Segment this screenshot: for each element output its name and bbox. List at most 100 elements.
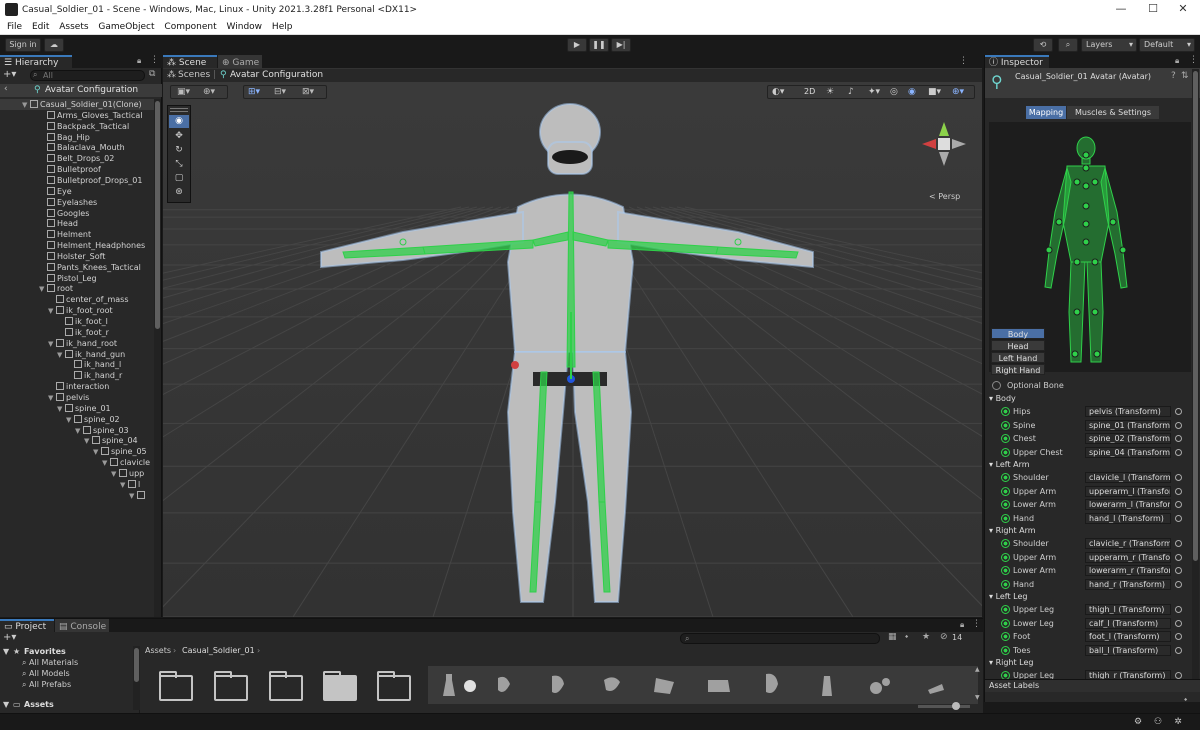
tree-scrollbar[interactable] (133, 646, 140, 710)
hierarchy-item[interactable]: ▼ spine_05 (0, 446, 155, 457)
hierarchy-item[interactable]: center_of_mass (0, 294, 155, 305)
object-picker-icon[interactable] (1175, 672, 1182, 679)
lock-icon[interactable]: 🔒︎ (137, 56, 141, 66)
expand-arrow-icon[interactable]: ▼ (102, 458, 110, 468)
hierarchy-item[interactable]: ▼ spine_03 (0, 425, 155, 436)
scale-tool-button[interactable]: ⤡ (169, 158, 189, 171)
hierarchy-item[interactable]: ▼ ik_hand_gun (0, 349, 155, 360)
object-picker-icon[interactable] (1175, 553, 1182, 561)
folder-asset[interactable] (159, 671, 193, 701)
menu-assets[interactable]: Assets (59, 22, 88, 32)
view-tool-button[interactable]: ◉ (169, 115, 189, 128)
bone-transform-field[interactable]: clavicle_r (Transform (1085, 538, 1171, 549)
filter-label-icon[interactable]: ⬩ (905, 632, 908, 642)
inspector-scrollbar[interactable] (1192, 69, 1199, 681)
object-picker-icon[interactable] (1175, 421, 1182, 429)
bone-transform-field[interactable]: clavicle_l (Transform (1085, 472, 1171, 483)
scene-view-options-toolbar[interactable]: ◐▾ 2D ☀ ♪ ✦▾ ◎ ◉ ■▾ ⊕▾ (767, 85, 975, 99)
lock-icon[interactable]: 🔒︎ (960, 620, 964, 630)
folder-asset[interactable] (269, 671, 303, 701)
hierarchy-item[interactable]: ▼ clavicle (0, 457, 155, 468)
hierarchy-item[interactable]: Belt_Drops_02 (0, 153, 155, 164)
body-part-button[interactable]: Left Hand (991, 352, 1045, 363)
filter-icon[interactable]: ⧉ (149, 69, 155, 79)
bone-transform-field[interactable]: ball_l (Transform) (1085, 644, 1171, 656)
visibility-icon[interactable]: ◉ (908, 87, 916, 97)
menu-window[interactable]: Window (227, 22, 263, 32)
hierarchy-item[interactable]: ▼ spine_01 (0, 403, 155, 414)
more-options-icon[interactable]: ⋮ (972, 619, 981, 629)
bone-group-header[interactable]: ▾ Right Leg (989, 658, 1034, 667)
object-picker-icon[interactable] (1175, 514, 1182, 522)
bone-transform-field[interactable]: foot_l (Transform) (1085, 631, 1171, 642)
step-button[interactable]: ▶| (611, 38, 631, 52)
bone-transform-field[interactable]: upperarm_l (Transfor (1085, 485, 1171, 497)
hierarchy-item[interactable]: interaction (0, 381, 155, 392)
hierarchy-item[interactable]: ▼ l (0, 479, 155, 490)
bone-group-header[interactable]: ▾ Left Leg (989, 592, 1027, 601)
slider-handle[interactable] (952, 702, 960, 710)
scrollbar-thumb[interactable] (1193, 71, 1198, 561)
lock-icon[interactable]: 🔒︎ (1175, 56, 1179, 66)
scene-viewport[interactable]: < Persp (163, 82, 982, 617)
x-axis-handle[interactable] (511, 361, 519, 369)
tab-scene[interactable]: ⁂ Scene (163, 55, 217, 68)
breadcrumb-casual-soldier[interactable]: Casual_Soldier_01 (182, 646, 255, 655)
bone-transform-field[interactable]: lowerarm_r (Transfor (1085, 565, 1171, 576)
hierarchy-item[interactable]: Backpack_Tactical (0, 121, 155, 132)
more-options-icon[interactable]: ⋮ (1189, 55, 1198, 65)
hierarchy-item[interactable]: ▼ ik_hand_root (0, 338, 155, 349)
object-picker-icon[interactable] (1175, 474, 1182, 481)
expand-arrow-icon[interactable]: ▼ (3, 647, 9, 656)
move-tool-button[interactable]: ✥ (169, 130, 189, 143)
bone-transform-field[interactable]: spine_01 (Transform (1085, 419, 1171, 431)
rotate-tool-button[interactable]: ↻ (169, 144, 189, 157)
object-picker-icon[interactable] (1175, 540, 1182, 547)
expand-arrow-icon[interactable]: ▼ (48, 393, 56, 403)
favorite-item[interactable]: ⌕ All Prefabs (22, 680, 71, 690)
folder-asset[interactable] (214, 671, 248, 701)
object-picker-icon[interactable] (1175, 448, 1182, 456)
search-icon[interactable]: ⌕ (1058, 38, 1078, 52)
help-icon[interactable]: ? (1171, 71, 1176, 81)
favorite-star-icon[interactable]: ★ (922, 632, 930, 642)
object-picker-icon[interactable] (1175, 633, 1182, 640)
pause-button[interactable]: ❚❚ (589, 38, 609, 52)
hierarchy-item[interactable]: ▼ upp (0, 468, 155, 479)
hierarchy-item[interactable]: Helment_Headphones (0, 240, 155, 251)
object-picker-icon[interactable] (1175, 580, 1182, 588)
more-options-icon[interactable]: ⋮ (959, 56, 968, 66)
tab-mapping[interactable]: Mapping (1026, 106, 1066, 119)
cloud-icon[interactable]: ☁ (44, 38, 64, 52)
expand-arrow-icon[interactable]: ▼ (22, 100, 30, 110)
expand-arrow-icon[interactable]: ▼ (129, 491, 137, 501)
hierarchy-item[interactable]: ▼ spine_04 (0, 435, 155, 446)
hierarchy-item[interactable]: Holster_Soft (0, 251, 155, 262)
hierarchy-item[interactable]: Head (0, 218, 155, 229)
menu-file[interactable]: File (7, 22, 22, 32)
bone-group-header[interactable]: ▾ Right Arm (989, 526, 1036, 535)
bone-transform-field[interactable]: lowerarm_l (Transfor (1085, 499, 1171, 510)
minimize-button[interactable]: — (1106, 2, 1136, 18)
hierarchy-item[interactable]: ▼ (0, 490, 155, 501)
hierarchy-item[interactable]: Balaclava_Mouth (0, 142, 155, 153)
breadcrumb-avatar-config[interactable]: Avatar Configuration (230, 70, 323, 80)
assets-title[interactable]: Assets (24, 700, 54, 709)
hierarchy-item[interactable]: Bulletproof_Drops_01 (0, 175, 155, 186)
asset-labels-bar[interactable]: Asset Labels (985, 679, 1200, 692)
bone-transform-field[interactable]: calf_l (Transform) (1085, 617, 1171, 629)
rect-tool-button[interactable]: ▢ (169, 172, 189, 185)
expand-arrow-icon[interactable]: ▼ (57, 350, 65, 360)
lighting-icon[interactable]: ☀ (826, 87, 834, 97)
filter-type-icon[interactable]: ▦ (888, 632, 897, 642)
hidden-objects-icon[interactable]: ◎ (890, 87, 898, 97)
maximize-button[interactable]: ☐ (1138, 2, 1168, 18)
hierarchy-item[interactable]: ▼ pelvis (0, 392, 155, 403)
tab-hierarchy[interactable]: ☰ Hierarchy (0, 55, 72, 68)
audio-icon[interactable]: ♪ (848, 87, 854, 97)
mesh-thumbnails[interactable] (428, 666, 978, 704)
bone-group-header[interactable]: ▾ Body (989, 394, 1016, 403)
effects-icon[interactable]: ✦▾ (868, 87, 880, 97)
history-icon[interactable]: ⟲ (1033, 38, 1053, 52)
menu-edit[interactable]: Edit (32, 22, 49, 32)
